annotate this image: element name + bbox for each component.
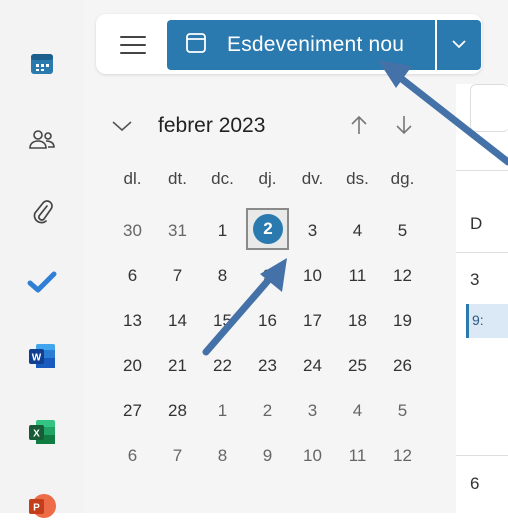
- svg-text:W: W: [32, 353, 42, 364]
- day-number[interactable]: 6: [470, 474, 479, 494]
- day-cell-today[interactable]: 2: [245, 208, 290, 253]
- weekday-label: dv.: [301, 169, 324, 188]
- day-cell[interactable]: 10: [290, 433, 335, 478]
- day-cell[interactable]: 1: [200, 208, 245, 253]
- day-cell[interactable]: 12: [380, 253, 425, 298]
- day-column-header: D: [470, 214, 483, 233]
- week-row: 6 7 8 9 10 11 12: [110, 253, 446, 298]
- svg-text:P: P: [33, 503, 40, 514]
- new-event-dropdown-button[interactable]: [437, 20, 481, 70]
- calendar-view-strip: [456, 84, 508, 513]
- day-cell[interactable]: 28: [155, 388, 200, 433]
- day-cell[interactable]: 6: [110, 433, 155, 478]
- arrow-down-icon: [394, 114, 414, 141]
- app-rail: W X P: [0, 0, 84, 518]
- today-indicator: 2: [253, 214, 283, 244]
- day-cell[interactable]: 3: [290, 208, 335, 253]
- day-cell[interactable]: 7: [155, 253, 200, 298]
- day-cell[interactable]: 25: [335, 343, 380, 388]
- day-cell[interactable]: 4: [335, 208, 380, 253]
- new-event-button[interactable]: Esdeveniment nou: [167, 20, 435, 70]
- weekday-label: dl.: [123, 169, 142, 188]
- chevron-down-icon: [111, 119, 133, 138]
- calendar-icon[interactable]: [26, 48, 58, 80]
- event-time: 9:: [472, 312, 484, 328]
- calendar-icon: [185, 32, 207, 59]
- weekday-label: dg.: [390, 169, 415, 188]
- powerpoint-icon[interactable]: P: [26, 490, 58, 522]
- weekday-header-row: dl. dt. dc. dj. dv. ds. dg.: [110, 164, 446, 194]
- day-cell[interactable]: 27: [110, 388, 155, 433]
- day-cell[interactable]: 10: [290, 253, 335, 298]
- day-cell[interactable]: 5: [380, 208, 425, 253]
- excel-icon[interactable]: X: [26, 416, 58, 448]
- next-month-button[interactable]: [390, 113, 418, 141]
- weekday-label: dj.: [258, 169, 277, 188]
- word-icon[interactable]: W: [26, 340, 58, 372]
- day-cell[interactable]: 7: [155, 433, 200, 478]
- view-tab[interactable]: [470, 84, 508, 132]
- day-cell[interactable]: 11: [335, 253, 380, 298]
- day-cell[interactable]: 3: [290, 388, 335, 433]
- week-row: 13 14 15 16 17 18 19: [110, 298, 446, 343]
- day-cell[interactable]: 12: [380, 433, 425, 478]
- day-cell[interactable]: 13: [110, 298, 155, 343]
- hamburger-menu-button[interactable]: [120, 30, 152, 60]
- todo-check-icon[interactable]: [26, 266, 58, 298]
- weekday-label: dc.: [211, 169, 234, 188]
- day-cell[interactable]: 26: [380, 343, 425, 388]
- day-cell[interactable]: 2: [245, 388, 290, 433]
- svg-text:X: X: [33, 429, 40, 440]
- day-cell[interactable]: 24: [290, 343, 335, 388]
- week-row: 20 21 22 23 24 25 26: [110, 343, 446, 388]
- day-number[interactable]: 3: [470, 270, 479, 290]
- week-row: 6 7 8 9 10 11 12: [110, 433, 446, 478]
- day-cell[interactable]: 4: [335, 388, 380, 433]
- paperclip-icon[interactable]: [26, 196, 58, 228]
- day-cell[interactable]: 22: [200, 343, 245, 388]
- day-cell[interactable]: 20: [110, 343, 155, 388]
- mini-calendar-grid: dl. dt. dc. dj. dv. ds. dg. 30 31 1 2 3 …: [110, 164, 446, 478]
- day-cell[interactable]: 19: [380, 298, 425, 343]
- day-cell[interactable]: 23: [245, 343, 290, 388]
- day-cell[interactable]: 18: [335, 298, 380, 343]
- day-cell[interactable]: 9: [245, 253, 290, 298]
- day-cell[interactable]: 8: [200, 433, 245, 478]
- week-row: 30 31 1 2 3 4 5: [110, 208, 446, 253]
- day-cell[interactable]: 21: [155, 343, 200, 388]
- month-title[interactable]: febrer 2023: [158, 114, 265, 138]
- divider: [456, 252, 508, 253]
- day-cell[interactable]: 17: [290, 298, 335, 343]
- day-cell[interactable]: 9: [245, 433, 290, 478]
- day-cell[interactable]: 16: [245, 298, 290, 343]
- day-cell[interactable]: 14: [155, 298, 200, 343]
- new-event-label: Esdeveniment nou: [227, 33, 405, 56]
- weekday-label: ds.: [346, 169, 369, 188]
- day-cell[interactable]: 8: [200, 253, 245, 298]
- event-block[interactable]: 9:: [466, 304, 508, 338]
- divider: [456, 455, 508, 456]
- day-cell[interactable]: 5: [380, 388, 425, 433]
- day-cell[interactable]: 15: [200, 298, 245, 343]
- week-row: 27 28 1 2 3 4 5: [110, 388, 446, 433]
- day-cell[interactable]: 30: [110, 208, 155, 253]
- people-icon[interactable]: [26, 124, 58, 156]
- day-cell[interactable]: 31: [155, 208, 200, 253]
- weekday-label: dt.: [168, 169, 187, 188]
- arrow-up-icon: [349, 114, 369, 141]
- day-cell[interactable]: 6: [110, 253, 155, 298]
- divider: [456, 170, 508, 171]
- chevron-down-icon: [451, 36, 467, 54]
- collapse-calendar-button[interactable]: [108, 114, 136, 142]
- day-cell[interactable]: 11: [335, 433, 380, 478]
- day-cell[interactable]: 1: [200, 388, 245, 433]
- previous-month-button[interactable]: [345, 113, 373, 141]
